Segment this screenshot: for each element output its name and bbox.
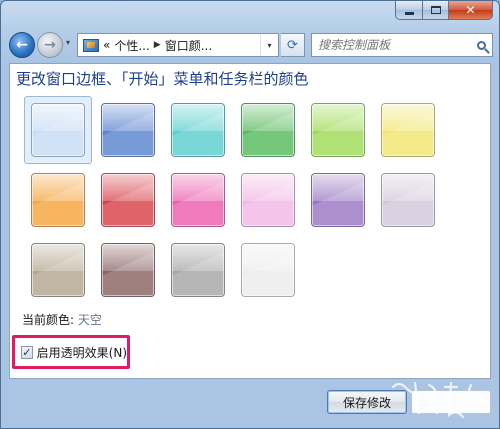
color-swatch-1[interactable] bbox=[24, 96, 92, 164]
color-swatch-fill bbox=[31, 103, 85, 157]
recent-pages-dropdown[interactable]: ▾ bbox=[66, 38, 70, 47]
control-panel-icon bbox=[83, 38, 99, 52]
color-swatch-16[interactable] bbox=[234, 236, 302, 304]
refresh-button[interactable]: ⟳ bbox=[281, 33, 305, 57]
close-button[interactable]: ✕ bbox=[449, 1, 493, 20]
color-swatch-3[interactable] bbox=[164, 96, 232, 164]
color-swatch-fill bbox=[381, 173, 435, 227]
color-swatch-fill bbox=[311, 173, 365, 227]
maximize-button[interactable] bbox=[423, 1, 449, 20]
color-swatch-fill bbox=[241, 103, 295, 157]
color-swatch-7[interactable] bbox=[24, 166, 92, 234]
refresh-icon: ⟳ bbox=[287, 37, 298, 53]
address-segment-personalization[interactable]: 个性... bbox=[114, 37, 149, 54]
color-swatch-11[interactable] bbox=[304, 166, 372, 234]
color-swatch-8[interactable] bbox=[94, 166, 162, 234]
current-color-value: 天空 bbox=[77, 313, 102, 327]
minimize-icon bbox=[404, 11, 414, 15]
color-swatch-15[interactable] bbox=[164, 236, 232, 304]
color-swatch-fill bbox=[31, 173, 85, 227]
address-dropdown-button[interactable]: ▾ bbox=[260, 34, 278, 56]
transparency-option-highlight: ✓ 启用透明效果(N) bbox=[12, 335, 130, 369]
color-swatch-fill bbox=[171, 243, 225, 297]
arrow-left-icon: ← bbox=[16, 37, 28, 53]
color-swatch-2[interactable] bbox=[94, 96, 162, 164]
color-swatch-fill bbox=[381, 103, 435, 157]
search-button[interactable] bbox=[470, 34, 492, 56]
cancel-button[interactable] bbox=[411, 390, 491, 414]
chevron-down-icon: ▾ bbox=[267, 40, 272, 50]
content-panel: 更改窗口边框、「开始」菜单和任务栏的颜色 当前颜色: 天空 ✓ 启用透明效果(N… bbox=[9, 63, 491, 379]
address-segment-window-color[interactable]: 窗口颜... bbox=[165, 37, 212, 54]
color-swatch-14[interactable] bbox=[94, 236, 162, 304]
color-swatch-4[interactable] bbox=[234, 96, 302, 164]
arrow-right-icon: → bbox=[44, 37, 56, 53]
forward-button[interactable]: → bbox=[37, 32, 63, 58]
color-swatch-fill bbox=[311, 103, 365, 157]
color-swatch-fill bbox=[241, 173, 295, 227]
maximize-icon bbox=[430, 6, 441, 14]
color-swatch-9[interactable] bbox=[164, 166, 232, 234]
save-changes-button[interactable]: 保存修改 bbox=[327, 390, 407, 414]
caption-buttons: ✕ bbox=[395, 1, 493, 21]
search-box[interactable] bbox=[311, 33, 493, 57]
minimize-button[interactable] bbox=[395, 1, 423, 20]
current-color: 当前颜色: 天空 bbox=[22, 311, 102, 328]
color-swatch-10[interactable] bbox=[234, 166, 302, 234]
color-swatch-5[interactable] bbox=[304, 96, 372, 164]
search-input[interactable] bbox=[318, 38, 470, 52]
color-swatch-fill bbox=[171, 173, 225, 227]
color-swatch-12[interactable] bbox=[374, 166, 442, 234]
color-swatch-fill bbox=[101, 243, 155, 297]
checkmark-icon: ✓ bbox=[22, 345, 32, 359]
search-icon bbox=[476, 40, 486, 50]
transparency-checkbox[interactable]: ✓ bbox=[21, 345, 33, 359]
page-title: 更改窗口边框、「开始」菜单和任务栏的颜色 bbox=[16, 70, 309, 88]
current-color-label: 当前颜色: bbox=[22, 313, 75, 327]
address-overflow[interactable]: « bbox=[103, 38, 110, 52]
color-swatch-fill bbox=[171, 103, 225, 157]
color-swatch-fill bbox=[31, 243, 85, 297]
personalization-window: ✕ ← → ▾ « 个性... ▶ 窗口颜... ▾ ⟳ 搜索控制面板 更改窗口… bbox=[0, 0, 500, 429]
address-bar[interactable]: « 个性... ▶ 窗口颜... ▾ bbox=[77, 33, 279, 57]
color-swatch-fill bbox=[101, 103, 155, 157]
back-button[interactable]: ← bbox=[9, 32, 35, 58]
transparency-label[interactable]: 启用透明效果(N) bbox=[37, 344, 127, 361]
chevron-right-icon[interactable]: ▶ bbox=[154, 40, 161, 50]
color-swatch-fill bbox=[101, 173, 155, 227]
close-icon: ✕ bbox=[465, 3, 476, 17]
color-swatch-13[interactable] bbox=[24, 236, 92, 304]
color-swatch-6[interactable] bbox=[374, 96, 442, 164]
navigation-bar: ← → ▾ « 个性... ▶ 窗口颜... ▾ ⟳ bbox=[9, 29, 493, 59]
color-swatch-fill bbox=[241, 243, 295, 297]
